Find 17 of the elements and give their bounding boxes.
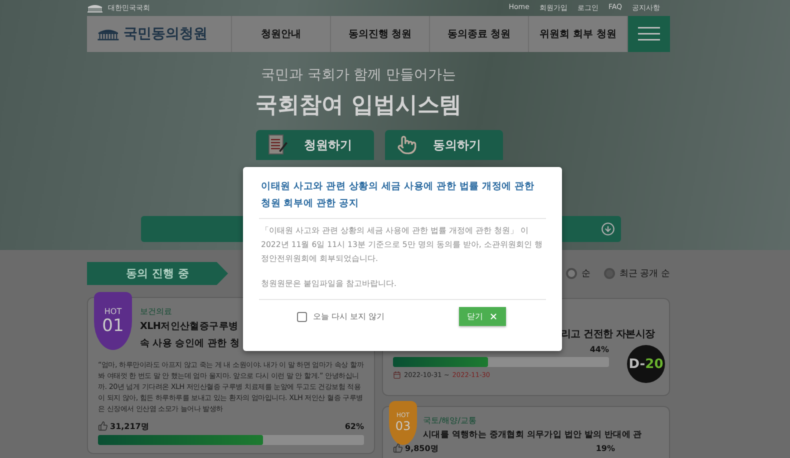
- petition-category: 국토/해양/교통: [423, 414, 476, 426]
- d-day-badge: D-20: [627, 345, 665, 383]
- hero-subtitle: 국민과 국회가 함께 만들어가는: [260, 66, 456, 84]
- petition-title: 속 사용 승인에 관한 청: [140, 336, 240, 351]
- agree-count: 9,850명: [393, 442, 438, 454]
- hero-title: 국회참여 입법시스템: [256, 92, 462, 120]
- petition-category: 보건의료: [140, 306, 172, 317]
- agree-count: 31,217명: [98, 420, 149, 432]
- agree-percent: 62%: [344, 422, 364, 431]
- petition-title: 리고 건전한 자본시장: [561, 328, 656, 342]
- dialog-title: 이태원 사고와 관련 상황의 세금 사용에 관한 법률 개정에 관한 청원 회부에 관한 공지: [259, 179, 546, 219]
- petition-title: XLH저인산혈증구루병: [140, 320, 240, 334]
- section-heading: 동의 진행 중: [87, 262, 228, 285]
- petition-title: 시대를 역행하는 중개협회 의무가입 법안 발의 반대에 관: [423, 428, 643, 441]
- hot-rank-badge: HOT 01: [94, 292, 132, 350]
- agree-percent: 19%: [596, 444, 615, 453]
- agree-percent: 44%: [590, 344, 609, 354]
